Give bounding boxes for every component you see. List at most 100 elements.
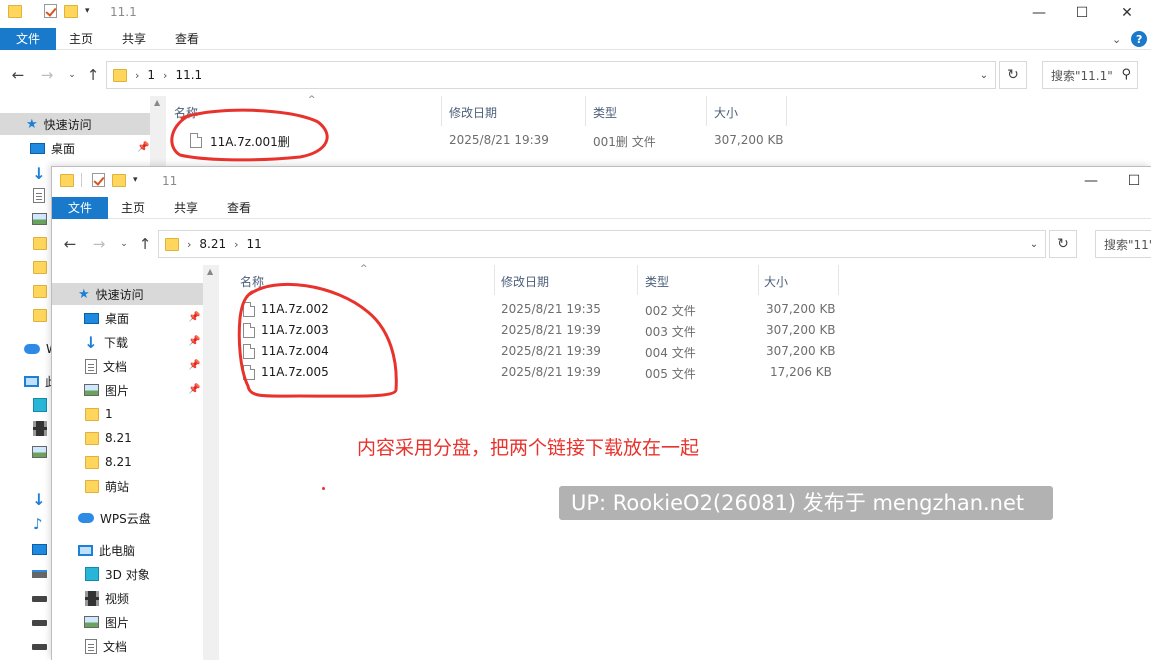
- sidebar-item-wps-cloud[interactable]: WPS云盘: [78, 507, 151, 529]
- breadcrumb-item[interactable]: 1: [147, 68, 155, 82]
- file-row[interactable]: 11A.7z.005 2025/8/21 19:39 005 文件 17,206…: [219, 362, 859, 383]
- pc-icon: [78, 544, 93, 556]
- sidebar-scrollbar[interactable]: ▲: [203, 265, 219, 660]
- file-row[interactable]: 11A.7z.001删 2025/8/21 19:39 001删 文件 307,…: [166, 130, 806, 151]
- up-button[interactable]: ↑: [83, 64, 103, 86]
- up-button[interactable]: ↑: [135, 233, 155, 255]
- file-row[interactable]: 11A.7z.002 2025/8/21 19:35 002 文件 307,20…: [219, 299, 859, 320]
- star-icon: ★: [78, 286, 90, 302]
- sidebar-item-quick-access[interactable]: ★ 快速访问: [0, 113, 150, 135]
- help-icon[interactable]: ?: [1131, 31, 1148, 47]
- sidebar-item-documents[interactable]: 文档: [85, 355, 127, 377]
- sidebar-item-pictures[interactable]: 图片: [84, 379, 129, 401]
- file-size: 307,200 KB: [766, 302, 836, 316]
- minimize-button[interactable]: —: [1016, 0, 1062, 26]
- tab-share[interactable]: 共享: [161, 197, 211, 219]
- sidebar-item-videos[interactable]: 视频: [85, 587, 129, 609]
- properties-icon[interactable]: [92, 173, 105, 187]
- pin-icon[interactable]: 📌: [188, 360, 200, 371]
- quick-access-toolbar: ▾: [8, 4, 90, 18]
- breadcrumb-item[interactable]: 11.1: [175, 68, 202, 82]
- column-type[interactable]: 类型: [645, 273, 669, 290]
- sidebar-item-folder-8-21[interactable]: 8.21: [85, 427, 132, 449]
- maximize-button[interactable]: ☐: [1059, 0, 1105, 26]
- chevron-down-icon[interactable]: ⌄: [1023, 231, 1045, 257]
- file-name[interactable]: 11A.7z.003: [261, 323, 329, 337]
- tab-home[interactable]: 主页: [56, 28, 106, 50]
- search-input[interactable]: 搜索"11.1" ⚲: [1042, 61, 1138, 89]
- tab-home[interactable]: 主页: [108, 197, 158, 219]
- sidebar-item-downloads[interactable]: ↓ 下载: [84, 331, 128, 353]
- desktop-icon: [30, 142, 45, 154]
- pin-icon[interactable]: 📌: [188, 336, 200, 347]
- sidebar-item-documents[interactable]: 文档: [85, 635, 127, 657]
- breadcrumb-item[interactable]: 8.21: [199, 237, 226, 251]
- sidebar-item-folder-1[interactable]: 1: [85, 403, 113, 425]
- star-icon: ★: [26, 116, 38, 132]
- search-input[interactable]: 搜索"11": [1095, 230, 1151, 258]
- sidebar-item-desktop[interactable]: 桌面: [84, 307, 129, 329]
- column-size[interactable]: 大小: [714, 104, 738, 121]
- download-icon: ↓: [32, 164, 46, 183]
- sidebar-item-3d-objects[interactable]: 3D 对象: [85, 563, 150, 585]
- properties-icon[interactable]: [44, 4, 57, 18]
- file-name[interactable]: 11A.7z.001删: [210, 133, 290, 150]
- recent-locations-button[interactable]: ⌄: [62, 64, 82, 86]
- file-row[interactable]: 11A.7z.003 2025/8/21 19:39 003 文件 307,20…: [219, 320, 859, 341]
- minimize-button[interactable]: —: [1068, 168, 1114, 194]
- tab-share[interactable]: 共享: [109, 28, 159, 50]
- file-size: 307,200 KB: [714, 133, 784, 147]
- folder-icon: [33, 261, 47, 274]
- folder-icon: [33, 237, 47, 250]
- tab-view[interactable]: 查看: [214, 197, 264, 219]
- video-icon: [33, 421, 47, 436]
- file-name[interactable]: 11A.7z.002: [261, 302, 329, 316]
- folder-icon: [85, 479, 99, 493]
- picture-icon: [84, 384, 99, 396]
- tab-view[interactable]: 查看: [162, 28, 212, 50]
- tab-file[interactable]: 文件: [52, 197, 108, 219]
- drive-icon: [32, 596, 47, 602]
- refresh-button[interactable]: ↻: [1049, 230, 1077, 258]
- sidebar-item-pictures[interactable]: 图片: [84, 611, 129, 633]
- sidebar-item-quick-access[interactable]: ★ 快速访问: [52, 283, 203, 305]
- sidebar-item-this-pc[interactable]: 此电脑: [78, 539, 135, 561]
- chevron-down-icon[interactable]: ⌄: [973, 62, 995, 88]
- document-icon: [33, 188, 45, 203]
- file-type: 002 文件: [645, 304, 696, 318]
- file-row[interactable]: 11A.7z.004 2025/8/21 19:39 004 文件 307,20…: [219, 341, 859, 362]
- column-type[interactable]: 类型: [593, 104, 617, 121]
- column-name[interactable]: 名称: [174, 104, 198, 121]
- column-size[interactable]: 大小: [764, 273, 788, 290]
- expand-ribbon-icon[interactable]: ⌄: [1112, 33, 1121, 46]
- address-bar[interactable]: › 8.21 › 11 ⌄: [158, 230, 1046, 258]
- column-modified[interactable]: 修改日期: [501, 273, 549, 290]
- breadcrumb-item[interactable]: 11: [247, 237, 262, 251]
- customize-toolbar-icon[interactable]: ▾: [85, 6, 90, 16]
- new-folder-icon[interactable]: [64, 4, 78, 18]
- tab-file[interactable]: 文件: [0, 28, 56, 50]
- ribbon-tabs: 文件 主页 共享 查看: [52, 197, 1151, 219]
- maximize-button[interactable]: ☐: [1111, 168, 1151, 194]
- sidebar-item-folder-8-21[interactable]: 8.21: [85, 451, 132, 473]
- file-name[interactable]: 11A.7z.004: [261, 344, 329, 358]
- sidebar-item-desktop[interactable]: 桌面: [30, 137, 75, 159]
- forward-button[interactable]: →: [89, 233, 109, 255]
- sidebar-item-folder-mengzhan[interactable]: 萌站: [85, 475, 129, 497]
- new-folder-icon[interactable]: [112, 173, 126, 187]
- address-bar[interactable]: › 1 › 11.1 ⌄: [106, 61, 996, 89]
- column-modified[interactable]: 修改日期: [449, 104, 497, 121]
- customize-toolbar-icon[interactable]: ▾: [133, 175, 138, 185]
- back-button[interactable]: ←: [60, 233, 80, 255]
- forward-button[interactable]: →: [37, 64, 57, 86]
- close-button[interactable]: ✕: [1104, 0, 1150, 26]
- sidebar-scrollbar[interactable]: ▲: [150, 96, 166, 166]
- refresh-button[interactable]: ↻: [999, 61, 1027, 89]
- file-icon: [190, 133, 202, 148]
- pin-icon[interactable]: 📌: [188, 312, 200, 323]
- column-name[interactable]: 名称: [240, 273, 264, 290]
- pin-icon[interactable]: 📌: [188, 384, 200, 395]
- recent-locations-button[interactable]: ⌄: [114, 233, 134, 255]
- file-name[interactable]: 11A.7z.005: [261, 365, 329, 379]
- back-button[interactable]: ←: [8, 64, 28, 86]
